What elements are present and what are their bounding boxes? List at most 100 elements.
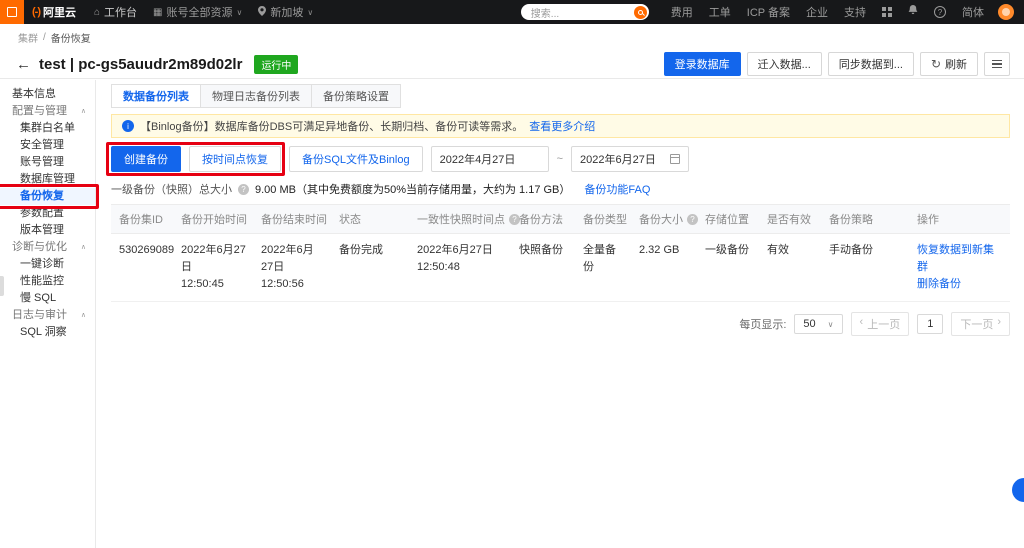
back-button[interactable]: ← (16, 56, 31, 73)
cell-size: 2.32 GB (639, 244, 680, 256)
chevron-up-icon: ∧ (80, 108, 86, 115)
sidebar-item-slow-sql[interactable]: 慢 SQL (0, 290, 95, 307)
help-tooltip-icon[interactable]: ? (238, 183, 249, 195)
cell-backup-set-id: 530269089 (119, 244, 175, 256)
resource-scope-dropdown[interactable]: ▦ 账号全部资源 ∨ (145, 0, 250, 24)
sidebar-item-account-management[interactable]: 账号管理 (0, 154, 95, 171)
sidebar-item-basic-info[interactable]: 基本信息 (0, 86, 95, 103)
chevron-up-icon: ∧ (80, 312, 86, 319)
tab-backup-policy-settings[interactable]: 备份策略设置 (311, 84, 401, 108)
create-backup-button[interactable]: 创建备份 (111, 146, 181, 172)
per-page-label: 每页显示: (739, 319, 787, 332)
resource-scope-label: 账号全部资源 (166, 7, 233, 19)
console-menu-icon (7, 7, 17, 17)
aliyun-logo-text: 阿里云 (43, 7, 76, 19)
sidebar-item-security-management[interactable]: 安全管理 (0, 137, 95, 154)
tab-bar: 数据备份列表 物理日志备份列表 备份策略设置 (111, 84, 1010, 108)
region-label: 新加坡 (270, 7, 304, 19)
backup-faq-link[interactable]: 备份功能FAQ (584, 181, 650, 197)
start-date-value: 2022年4月27日 (439, 154, 516, 166)
region-dropdown[interactable]: 新加坡 ∨ (250, 0, 321, 24)
page-title: test | pc-gs5auudr2m89d02lr (39, 55, 243, 73)
topbar-link-icp[interactable]: ICP 备案 (739, 0, 798, 24)
summary-value: 9.00 MB（其中免费额度为50%当前存储用量，大约为 1.17 GB） (255, 184, 571, 196)
cell-location: 一级备份 (705, 244, 749, 256)
sidebar-collapse-handle[interactable] (0, 276, 4, 296)
topbar-link-tickets[interactable]: 工单 (701, 0, 739, 24)
status-badge: 运行中 (254, 54, 299, 74)
sidebar-item-one-click-diagnosis[interactable]: 一键诊断 (0, 256, 95, 273)
summary-label: 一级备份（快照）总大小 (111, 184, 232, 196)
sidebar-item-backup-restore[interactable]: 备份恢复 (0, 188, 95, 205)
search-icon[interactable] (633, 5, 647, 19)
sidebar-item-sql-insight[interactable]: SQL 洞察 (0, 324, 95, 341)
col-snapshot-time: 一致性快照时间点? (409, 205, 520, 233)
sidebar-item-version-management[interactable]: 版本管理 (0, 222, 95, 239)
start-date-input[interactable]: 2022年4月27日 (430, 146, 549, 172)
sidebar-item-cluster-whitelist[interactable]: 集群白名单 (0, 120, 95, 137)
refresh-button[interactable]: ↻ 刷新 (919, 52, 978, 76)
end-date-input[interactable]: 2022年6月27日 (571, 146, 690, 172)
sidebar-section-log-audit[interactable]: 日志与审计 ∧ (0, 307, 95, 324)
customize-list-button[interactable] (984, 52, 1010, 76)
prev-page-button[interactable]: ‹ 上一页 (850, 312, 910, 337)
sync-data-button[interactable]: 同步数据到... (827, 52, 914, 76)
grid-icon: ▦ (153, 6, 163, 18)
workbench-link[interactable]: ⌂ 工作台 (86, 0, 145, 24)
app-grid-icon (882, 7, 892, 17)
prev-page-label: 上一页 (867, 319, 901, 332)
restore-point-button[interactable]: 按时间点恢复 (189, 146, 281, 172)
topbar-link-support[interactable]: 支持 (836, 0, 874, 24)
cell-status: 备份完成 (339, 244, 383, 256)
next-page-label: 下一页 (960, 319, 994, 332)
migrate-data-button[interactable]: 迁入数据... (746, 52, 822, 76)
app-launcher-button[interactable] (874, 0, 900, 24)
tab-data-backup-list[interactable]: 数据备份列表 (111, 84, 201, 108)
delete-backup-link[interactable]: 删除备份 (917, 276, 1004, 293)
topbar: (-) 阿里云 ⌂ 工作台 ▦ 账号全部资源 ∨ 新加坡 ∨ 搜索... 费用 … (0, 0, 1024, 24)
title-row: ← test | pc-gs5auudr2m89d02lr 运行中 登录数据库 … (0, 45, 1024, 76)
sidebar-section-label: 日志与审计 (12, 309, 67, 321)
avatar[interactable] (998, 4, 1014, 20)
topbar-link-enterprise[interactable]: 企业 (798, 0, 836, 24)
col-policy: 备份策略 (829, 214, 873, 226)
location-icon (258, 5, 267, 19)
sidebar-section-diagnostics-optimization[interactable]: 诊断与优化 ∧ (0, 239, 95, 256)
current-page-button[interactable]: 1 (917, 314, 944, 335)
sidebar-section-label: 配置与管理 (12, 105, 67, 117)
refresh-label: 刷新 (945, 59, 967, 71)
sidebar-item-database-management[interactable]: 数据库管理 (0, 171, 95, 188)
search-input[interactable]: 搜索... (520, 4, 649, 20)
cell-policy: 手动备份 (829, 244, 873, 256)
sidebar-item-performance-monitoring[interactable]: 性能监控 (0, 273, 95, 290)
sidebar-section-config-management[interactable]: 配置与管理 ∧ (0, 103, 95, 120)
per-page-value: 50 (803, 318, 816, 331)
col-end-time: 备份结束时间 (261, 214, 327, 226)
backup-sql-binlog-button[interactable]: 备份SQL文件及Binlog (289, 146, 423, 172)
breadcrumb-cluster[interactable]: 集群 (18, 30, 38, 45)
cell-actions: 恢复数据到新集群 删除备份 (909, 234, 1010, 301)
col-method: 备份方法 (519, 214, 563, 226)
language-switcher[interactable]: 简体 (954, 0, 992, 24)
login-database-button[interactable]: 登录数据库 (663, 52, 741, 76)
sidebar-item-parameter-config[interactable]: 参数配置 (0, 205, 95, 222)
topbar-link-expenses[interactable]: 费用 (663, 0, 701, 24)
banner-more-link[interactable]: 查看更多介绍 (529, 118, 595, 134)
col-backup-set-id: 备份集ID (119, 214, 163, 226)
aliyun-logo[interactable]: (-) 阿里云 (24, 4, 86, 20)
pagination: 每页显示: 50 ∨ ‹ 上一页 1 下一页 › (111, 312, 1010, 337)
restore-to-new-cluster-link[interactable]: 恢复数据到新集群 (917, 242, 1004, 276)
chevron-down-icon: ∨ (236, 7, 243, 17)
next-page-button[interactable]: 下一页 › (951, 312, 1010, 337)
bell-icon (908, 5, 918, 19)
help-button[interactable]: ? (926, 0, 954, 24)
console-menu-button[interactable] (0, 0, 24, 24)
cell-method: 快照备份 (519, 244, 563, 256)
tab-physical-log-backup-list[interactable]: 物理日志备份列表 (200, 84, 312, 108)
main-content: 数据备份列表 物理日志备份列表 备份策略设置 i 【Binlog备份】数据库备份… (97, 80, 1024, 548)
banner-text: 【Binlog备份】数据库备份DBS可满足异地备份、长期归档、备份可读等需求。 (140, 121, 524, 133)
date-range-separator: ~ (556, 153, 564, 165)
notifications-button[interactable] (900, 0, 926, 24)
info-banner: i 【Binlog备份】数据库备份DBS可满足异地备份、长期归档、备份可读等需求… (111, 114, 1010, 138)
per-page-select[interactable]: 50 ∨ (794, 314, 843, 335)
